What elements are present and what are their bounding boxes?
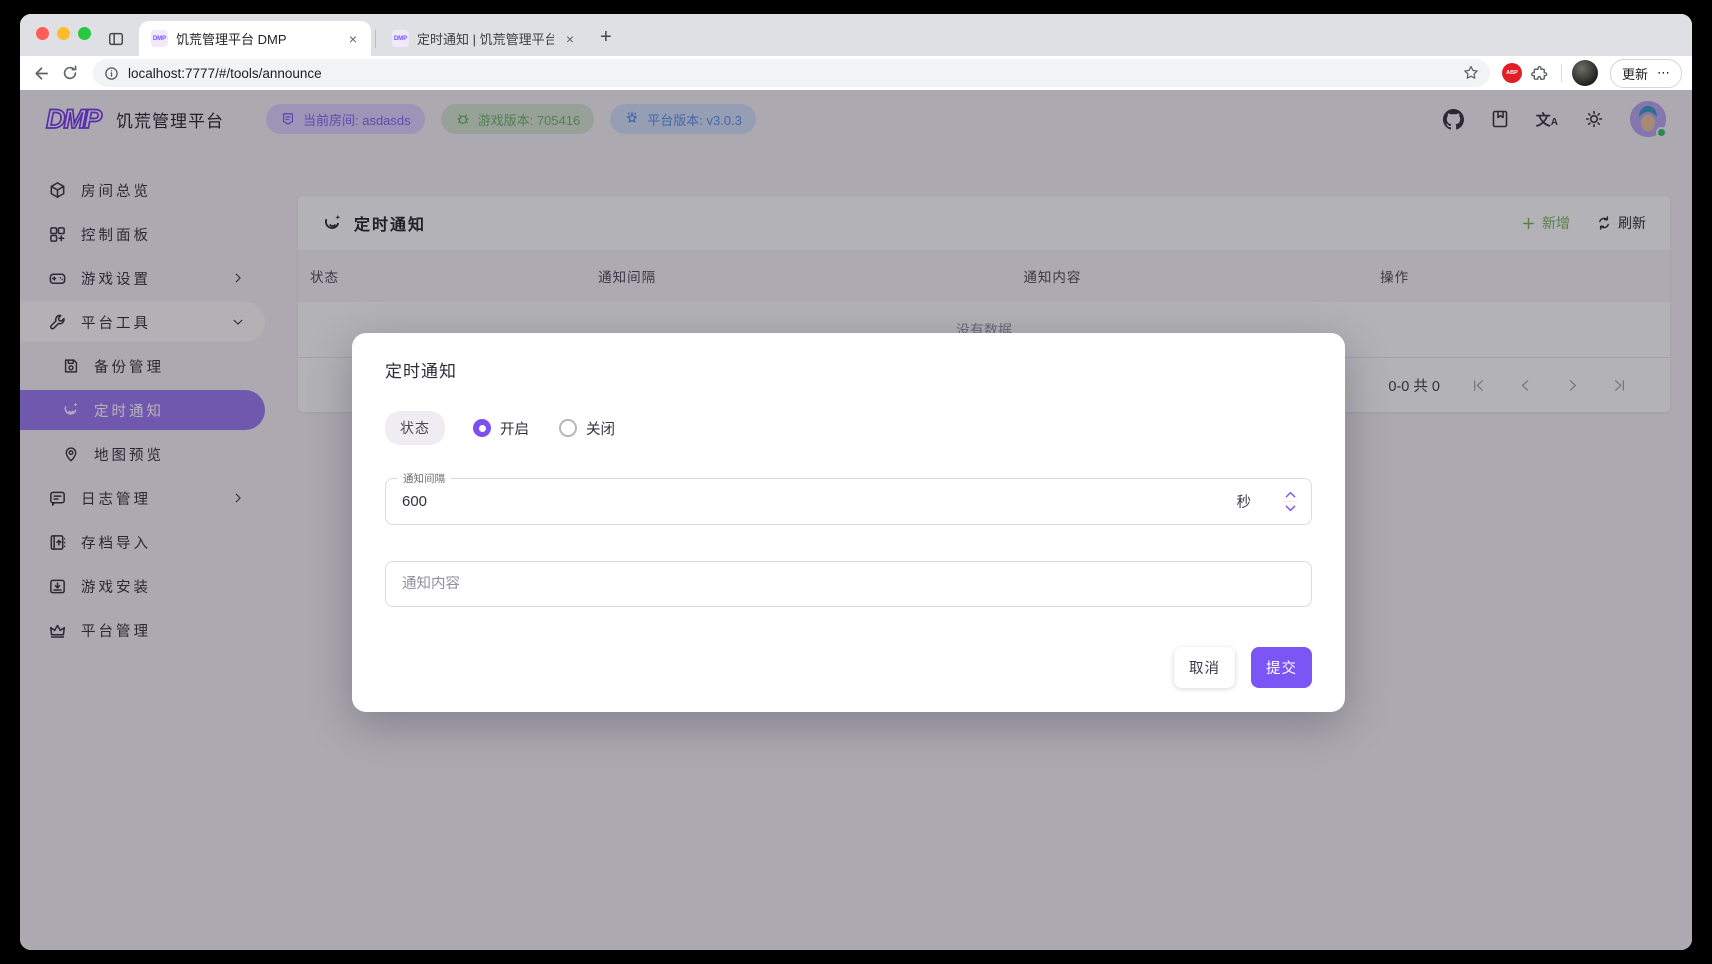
- url-text[interactable]: localhost:7777/#/tools/announce: [128, 66, 1462, 81]
- dialog-title: 定时通知: [385, 357, 1312, 382]
- dialog-footer: 取消 提交: [385, 647, 1312, 688]
- submit-button[interactable]: 提交: [1251, 647, 1312, 688]
- status-row: 状态 开启 关闭: [385, 411, 1312, 445]
- radio-on-label: 开启: [500, 418, 529, 439]
- window-controls: [36, 14, 91, 56]
- tab-title: 饥荒管理平台 DMP: [176, 29, 337, 48]
- site-info-icon: [103, 65, 120, 82]
- radio-option-off[interactable]: 关闭: [559, 418, 615, 439]
- stepper-down-icon[interactable]: [1284, 504, 1297, 513]
- radio-unselected-icon[interactable]: [559, 419, 577, 437]
- interval-field-label: 通知间隔: [398, 471, 450, 486]
- address-bar[interactable]: localhost:7777/#/tools/announce: [93, 59, 1490, 87]
- update-label: 更新: [1622, 64, 1648, 83]
- browser-tab-inactive[interactable]: DMP 定时通知 | 饥荒管理平台 ×: [380, 21, 588, 56]
- tab-strip: DMP 饥荒管理平台 DMP × DMP 定时通知 | 饥荒管理平台 × +: [20, 14, 1692, 56]
- cancel-button[interactable]: 取消: [1174, 647, 1235, 688]
- more-menu-icon: ⋯: [1657, 65, 1670, 81]
- scheduled-notice-dialog: 定时通知 状态 开启 关闭 通知间隔 秒: [352, 333, 1345, 712]
- app-viewport: DMP 饥荒管理平台 当前房间: asdasds 游戏版本: 705416 平台…: [20, 90, 1692, 950]
- back-icon[interactable]: [30, 62, 53, 85]
- interval-input[interactable]: [386, 493, 1237, 510]
- interval-unit: 秒: [1237, 491, 1252, 512]
- notice-content-input[interactable]: [386, 576, 1311, 592]
- stepper-up-icon[interactable]: [1284, 490, 1297, 499]
- tab-favicon: DMP: [151, 30, 168, 47]
- close-tab-icon[interactable]: ×: [562, 30, 578, 48]
- update-menu-button[interactable]: 更新 ⋯: [1610, 59, 1682, 88]
- bookmark-star-icon[interactable]: [1462, 64, 1480, 82]
- new-tab-button[interactable]: +: [594, 26, 618, 49]
- close-window-button[interactable]: [36, 27, 49, 40]
- reload-icon[interactable]: [59, 62, 81, 84]
- radio-selected-icon[interactable]: [473, 419, 491, 437]
- extensions-puzzle-icon[interactable]: [1528, 62, 1551, 85]
- radio-option-on[interactable]: 开启: [473, 418, 529, 439]
- close-tab-icon[interactable]: ×: [345, 30, 361, 48]
- browser-profile-avatar[interactable]: [1572, 60, 1598, 86]
- number-stepper: [1277, 490, 1303, 513]
- tab-overview-icon[interactable]: [107, 30, 125, 48]
- toolbar-divider: [1561, 64, 1562, 82]
- tab-title: 定时通知 | 饥荒管理平台: [417, 29, 554, 48]
- radio-off-label: 关闭: [586, 418, 615, 439]
- status-radio-group: 开启 关闭: [473, 418, 615, 439]
- browser-window: DMP 饥荒管理平台 DMP × DMP 定时通知 | 饥荒管理平台 × + l…: [20, 14, 1692, 950]
- status-label: 状态: [385, 411, 445, 445]
- interval-field: 通知间隔 秒: [385, 478, 1312, 525]
- minimize-window-button[interactable]: [57, 27, 70, 40]
- adblock-extension-icon[interactable]: ABP: [1502, 63, 1522, 83]
- tab-separator: [375, 30, 376, 48]
- maximize-window-button[interactable]: [78, 27, 91, 40]
- browser-toolbar: localhost:7777/#/tools/announce ABP 更新 ⋯: [20, 56, 1692, 90]
- tab-favicon: DMP: [392, 30, 409, 47]
- browser-tab-active[interactable]: DMP 饥荒管理平台 DMP ×: [139, 21, 371, 56]
- content-field: [385, 561, 1312, 607]
